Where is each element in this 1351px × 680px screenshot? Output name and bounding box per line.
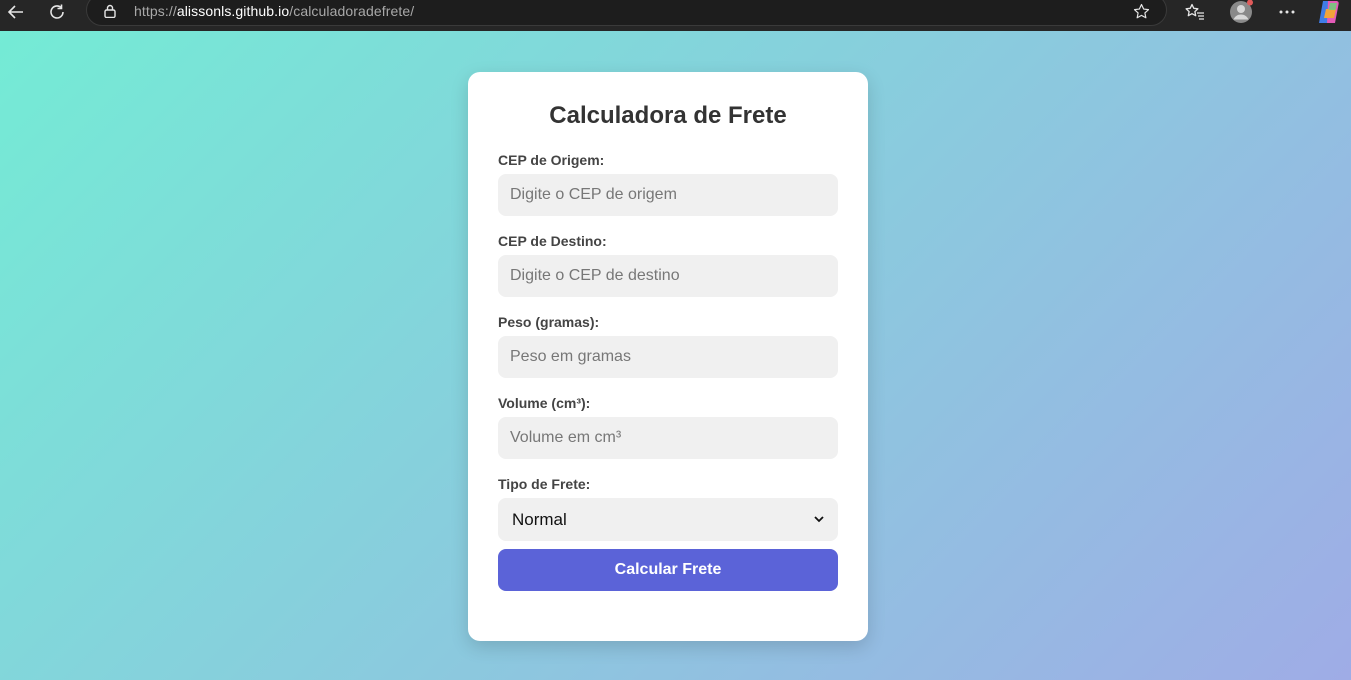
favorite-star-icon[interactable] xyxy=(1133,3,1150,20)
url-path: /calculadoradefrete/ xyxy=(289,3,415,19)
origin-cep-input[interactable] xyxy=(498,174,838,216)
destination-cep-input[interactable] xyxy=(498,255,838,297)
url-host: alissonls.github.io xyxy=(176,3,290,19)
profile-button[interactable] xyxy=(1227,0,1255,24)
reload-button[interactable] xyxy=(43,0,71,24)
browser-toolbar: https://alissonls.github.io/calculadorad… xyxy=(0,0,1351,31)
reload-icon xyxy=(50,4,64,19)
freight-type-label: Tipo de Frete: xyxy=(498,476,591,492)
url-scheme: https:// xyxy=(134,3,177,19)
volume-label: Volume (cm³): xyxy=(498,395,591,411)
freight-calculator-card: Calculadora de Frete CEP de Origem: CEP … xyxy=(468,72,868,641)
copilot-button[interactable] xyxy=(1315,0,1343,24)
page-title: Calculadora de Frete xyxy=(549,102,787,129)
destination-cep-label: CEP de Destino: xyxy=(498,233,607,249)
weight-label: Peso (gramas): xyxy=(498,314,600,330)
origin-cep-label: CEP de Origem: xyxy=(498,152,605,168)
freight-type-select[interactable]: Normal xyxy=(498,498,838,541)
back-button[interactable] xyxy=(2,0,30,24)
freight-type-selected: Normal xyxy=(512,509,567,529)
url-text: https://alissonls.github.io/calculadorad… xyxy=(134,3,414,19)
address-bar[interactable]: https://alissonls.github.io/calculadorad… xyxy=(86,0,1167,26)
volume-input[interactable] xyxy=(498,417,838,459)
favorites-button[interactable] xyxy=(1181,0,1209,24)
chevron-down-icon xyxy=(814,516,824,523)
favorites-list-icon xyxy=(1185,3,1204,20)
calculate-freight-button[interactable]: Calcular Frete xyxy=(498,549,838,591)
arrow-left-icon xyxy=(7,5,23,19)
more-menu-button[interactable] xyxy=(1273,0,1301,24)
copilot-icon xyxy=(1319,1,1339,23)
weight-input[interactable] xyxy=(498,336,838,378)
page-background: Calculadora de Frete CEP de Origem: CEP … xyxy=(0,31,1351,680)
lock-icon xyxy=(104,4,116,18)
avatar-icon xyxy=(1230,0,1253,23)
more-dots-icon xyxy=(1279,10,1295,14)
